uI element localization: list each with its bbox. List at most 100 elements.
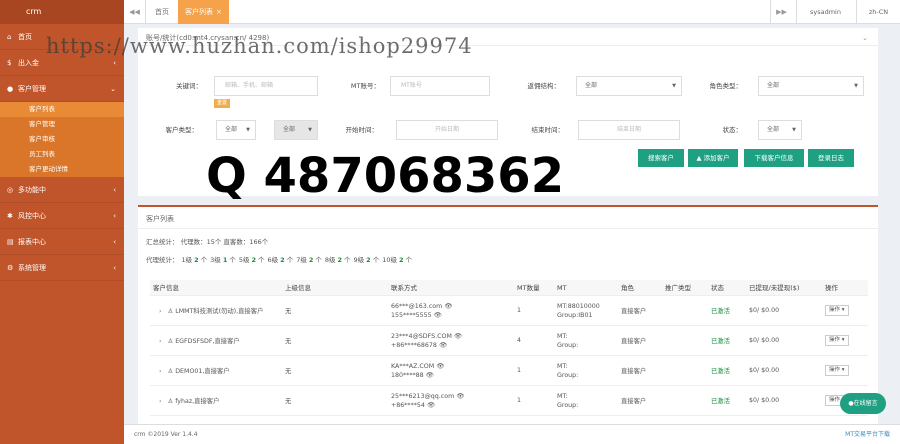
sidebar-item-risk[interactable]: ✱ 风控中心 ‹: [0, 203, 124, 229]
column-header: 联系方式: [391, 284, 417, 292]
sidebar-item-customer-review[interactable]: 客户审核: [0, 132, 124, 147]
expand-icon[interactable]: ›: [159, 368, 162, 375]
tab-customer-list[interactable]: 客户列表 ×: [178, 0, 229, 24]
mt-download-link[interactable]: MT交易平台下载: [845, 425, 890, 444]
column-header: 客户信息: [153, 284, 179, 292]
start-date-input[interactable]: 开始日期: [396, 120, 498, 140]
contact-cell: 25***6213@qq.com 👁 +86****54 👁: [391, 392, 465, 409]
status-badge: 已激活: [711, 398, 730, 405]
table-header: 客户信息 上级信息 联系方式 MT数量 MT 角色 推广类型 状态 已提现/未提现($) 操作: [150, 280, 868, 296]
login-log-button[interactable]: 登录日志: [808, 149, 854, 167]
mt-cell: MT: Group:: [557, 392, 579, 409]
online-message-button[interactable]: ●在线留言: [840, 393, 886, 414]
eye-icon[interactable]: 👁: [427, 402, 435, 409]
column-header: 操作: [825, 284, 838, 292]
eye-icon[interactable]: 👁: [426, 372, 434, 379]
customer-info-cell: › ♙ LMMT科技测试(勿动),直接客户: [159, 308, 264, 315]
table-row[interactable]: › ♙ EGFDSFSDF,直接客户 无 23***4@SDFS.COM 👁 +86**…: [150, 326, 868, 356]
expand-icon[interactable]: ›: [159, 398, 162, 405]
brand-logo: crm: [0, 0, 124, 24]
caret-down-icon: ▼: [246, 127, 250, 133]
contact-cell: KA***AZ.COM 👁 180****88 👁: [391, 362, 445, 379]
watermark-qq: Q 487068362: [206, 148, 565, 204]
mt-cell: MT: Group:: [557, 362, 579, 379]
eye-icon[interactable]: 👁: [436, 363, 444, 370]
operation-dropdown[interactable]: 操作 ▾: [825, 335, 849, 346]
expand-icon[interactable]: ›: [159, 338, 162, 345]
agent-level-count: 3级 1 个: [210, 256, 236, 264]
operation-dropdown[interactable]: 操作 ▾: [825, 365, 849, 376]
agent-level-count: 10级 2 个: [382, 256, 413, 264]
parent-cell: 无: [285, 308, 292, 315]
tab-scroll-left-button[interactable]: ◀◀: [124, 0, 146, 24]
collapse-icon[interactable]: ⌄: [862, 28, 868, 48]
operation-dropdown[interactable]: 操作 ▾: [825, 305, 849, 316]
chevron-left-icon: ‹: [113, 238, 116, 246]
download-customer-button[interactable]: 下载客户信息: [744, 149, 804, 167]
sidebar-item-system[interactable]: ⚙ 系统管理 ‹: [0, 255, 124, 281]
customer-info-cell: › ♙ EGFDSFSDF,直接客户: [159, 338, 240, 345]
expand-icon[interactable]: ›: [159, 308, 162, 315]
customer-table: 客户信息 上级信息 联系方式 MT数量 MT 角色 推广类型 状态 已提现/未提现($) 操作 ›…: [150, 280, 868, 416]
mt-cell: MT: Group:: [557, 332, 579, 349]
sidebar-item-customer-changes[interactable]: 客户更动详情: [0, 162, 124, 177]
reset-tag[interactable]: 重置: [214, 99, 231, 108]
keyword-input[interactable]: 邮箱、手机、邮箱: [214, 76, 318, 96]
table-row[interactable]: › ♙ fyhaz,直接客户 无 25***6213@qq.com 👁 +86****5…: [150, 386, 868, 416]
eye-icon[interactable]: 👁: [456, 393, 464, 400]
close-icon[interactable]: ×: [216, 8, 222, 16]
home-icon: ⌂: [7, 33, 12, 41]
watermark-url: https://www.huzhan.com/ishop29974: [46, 34, 473, 58]
column-header: 状态: [711, 284, 724, 292]
customer-subtype-select[interactable]: 全部 ▼: [274, 120, 318, 140]
column-header: 推广类型: [665, 284, 691, 292]
mt-cell: MT:88010000 Group:IB01: [557, 302, 600, 319]
status-select[interactable]: 全部 ▼: [758, 120, 802, 140]
gears-icon: ⚙: [7, 264, 14, 272]
withdraw-cell: $0/ $0.00: [749, 307, 780, 314]
shield-icon: ✱: [7, 212, 13, 220]
eye-icon[interactable]: 👁: [439, 342, 447, 349]
sidebar-item-staff-list[interactable]: 员工列表: [0, 147, 124, 162]
agent-level-list: 1级 2 个 3级 1 个 5级 2 个 6级 2 个 7级 2 个 8级 2 个 9级 2 个 10级 2 个: [179, 256, 413, 264]
status-badge: 已激活: [711, 368, 730, 375]
customer-info-cell: › ♙ DEMO01,直接客户: [159, 368, 230, 375]
parent-cell: 无: [285, 368, 292, 375]
mt-count-cell: 1: [517, 397, 522, 404]
status-badge: 已激活: [711, 338, 730, 345]
role-type-select[interactable]: 全部 ▼: [758, 76, 864, 96]
eye-icon[interactable]: 👁: [444, 303, 452, 310]
mt-account-input[interactable]: MT账号: [390, 76, 490, 96]
top-bar: ◀◀ 首页 客户列表 × ▶▶ sysadmin zh-CN: [124, 0, 900, 24]
agent-level-count: 6级 2 个: [267, 256, 294, 264]
tab-scroll-right-button[interactable]: ▶▶: [770, 0, 792, 24]
language-select[interactable]: zh-CN: [856, 0, 900, 24]
agent-level-count: 5级 2 个: [238, 256, 265, 264]
end-date-input[interactable]: 结束日期: [578, 120, 680, 140]
column-header: MT数量: [517, 284, 540, 292]
agent-level-count: 8级 2 个: [324, 256, 351, 264]
eye-icon[interactable]: 👁: [454, 333, 462, 340]
role-type-label: 角色类型：: [709, 82, 743, 90]
search-customer-button[interactable]: 搜索客户: [638, 149, 684, 167]
sidebar-item-customer-manage[interactable]: 客户管理: [0, 117, 124, 132]
sidebar-item-customers[interactable]: ● 客户管理 ⌄: [0, 76, 124, 102]
sidebar-item-multi[interactable]: ◎ 多功能中 ‹: [0, 177, 124, 203]
footer: crm ©2019 Ver 1.4.4 MT交易平台下载: [124, 424, 900, 444]
user-menu[interactable]: sysadmin: [796, 0, 854, 24]
operation-cell: 操作 ▾: [822, 365, 868, 376]
eye-icon[interactable]: 👁: [434, 312, 442, 319]
sidebar-item-customer-list[interactable]: 客户列表: [0, 102, 124, 117]
parent-cell: 无: [285, 338, 292, 345]
table-row[interactable]: › ♙ LMMT科技测试(勿动),直接客户 无 66***@163.com 👁 155*…: [150, 296, 868, 326]
user-icon: ●: [7, 85, 14, 93]
add-customer-button[interactable]: ▲ 添加客户: [688, 149, 738, 167]
customer-type-select[interactable]: 全部 ▼: [216, 120, 256, 140]
contact-cell: 23***4@SDFS.COM 👁 +86****68678 👁: [391, 332, 462, 349]
rebate-structure-select[interactable]: 全部 ▼: [576, 76, 682, 96]
caret-down-icon: ▼: [854, 83, 858, 89]
table-row[interactable]: › ♙ DEMO01,直接客户 无 KA***AZ.COM 👁 180****88 👁 1…: [150, 356, 868, 386]
operation-cell: 操作 ▾: [822, 305, 868, 316]
sidebar-item-reports[interactable]: ▤ 报表中心 ‹: [0, 229, 124, 255]
tab-home[interactable]: 首页: [148, 0, 176, 24]
